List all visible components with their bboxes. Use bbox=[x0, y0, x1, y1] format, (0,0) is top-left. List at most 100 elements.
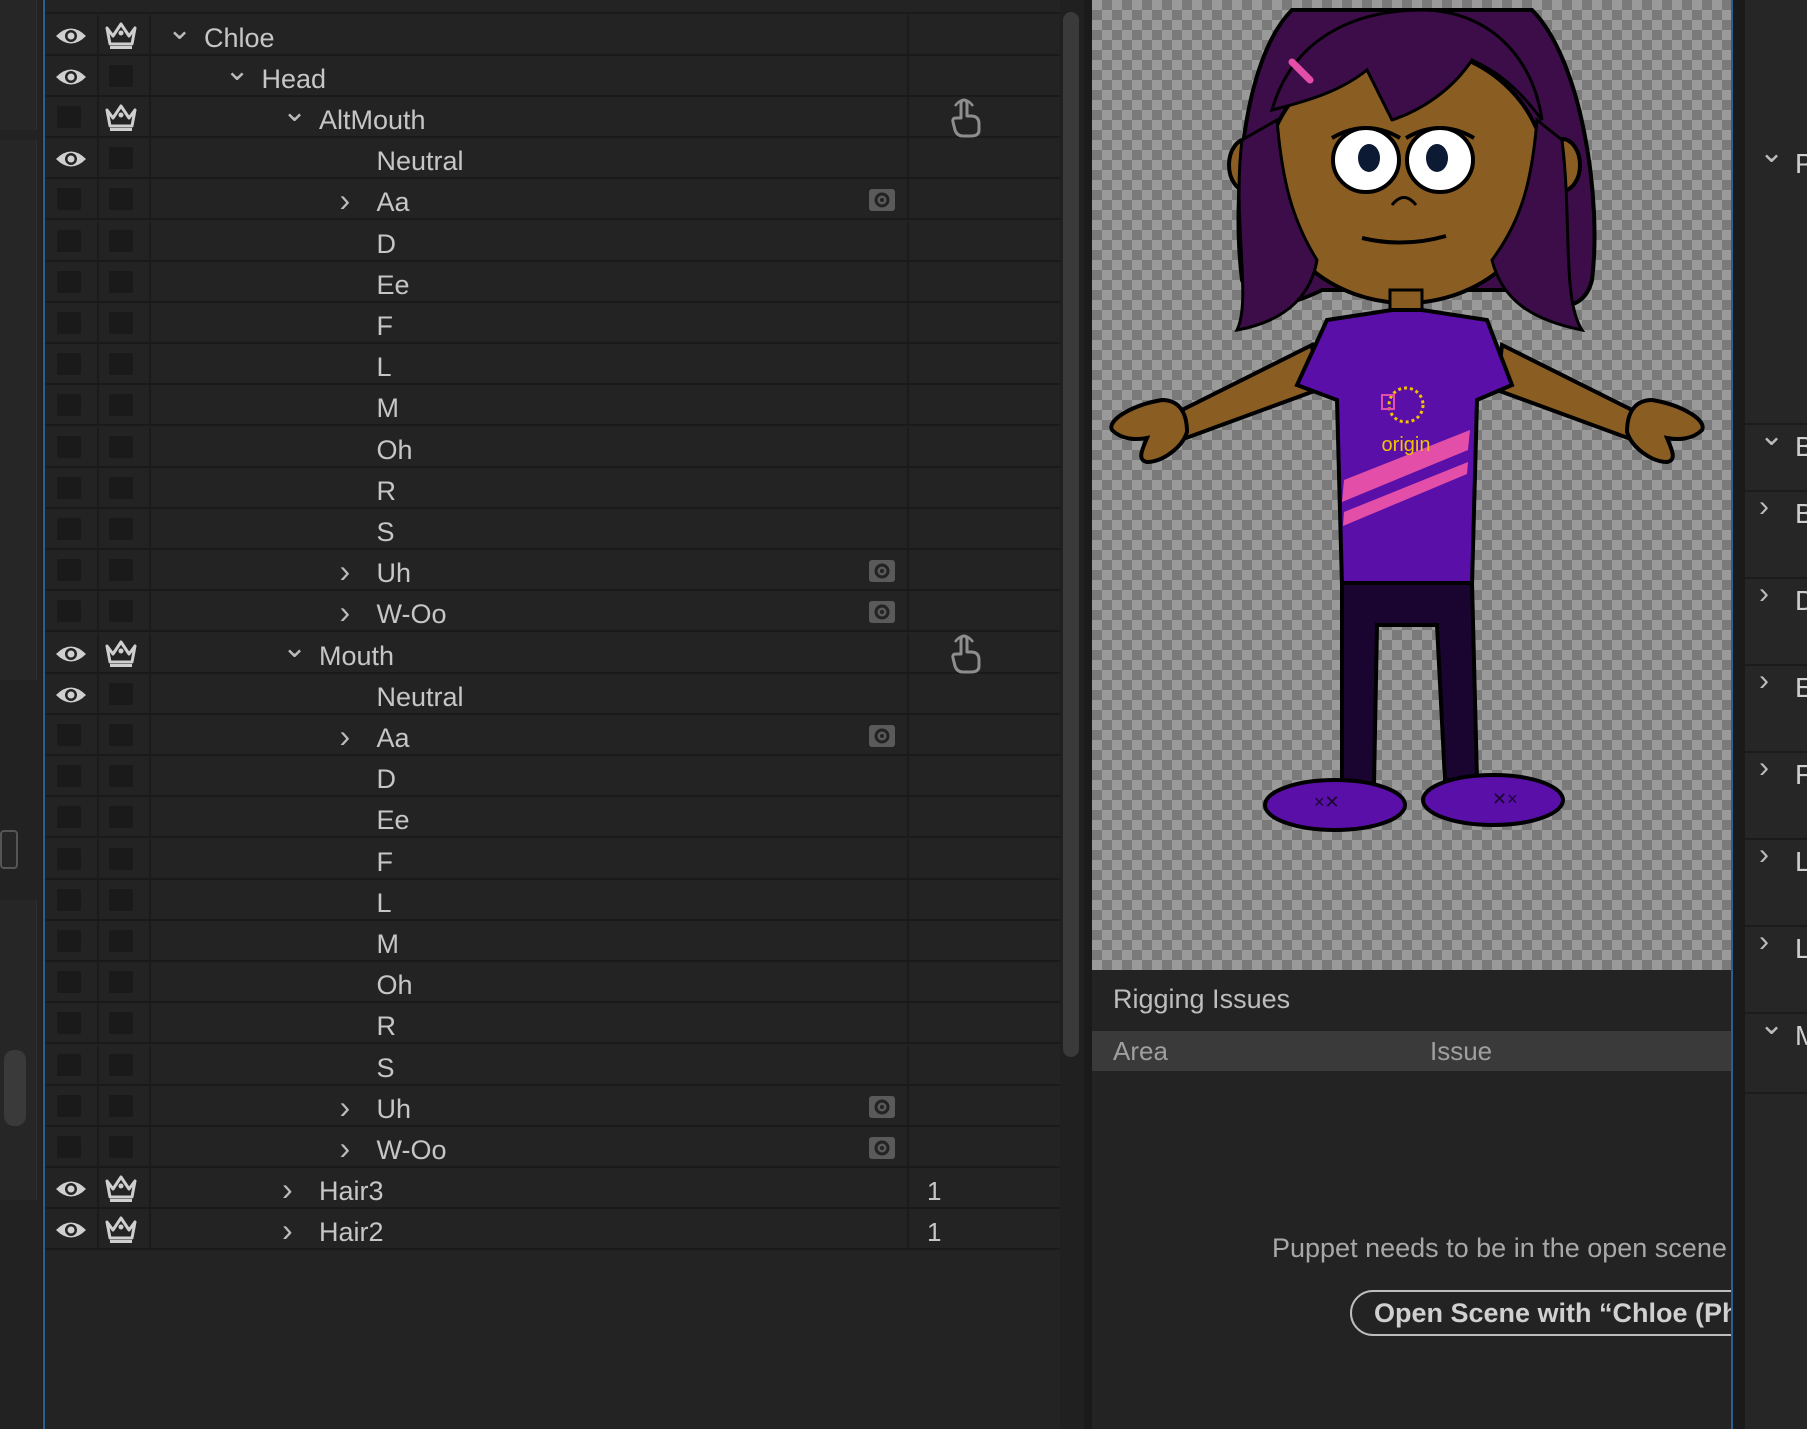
layer-row[interactable]: ⌄ Head bbox=[45, 54, 1060, 97]
chevron-right-icon[interactable]: › bbox=[1759, 571, 1769, 617]
layer-row[interactable]: M bbox=[45, 385, 1060, 427]
independence-toggle[interactable] bbox=[97, 344, 149, 383]
panel-divider[interactable] bbox=[1084, 0, 1092, 1429]
layer-name-cell[interactable]: › Uh bbox=[151, 550, 907, 589]
layer-name-cell[interactable]: ⌄ Head bbox=[151, 54, 907, 95]
chevron-right-icon[interactable]: › bbox=[1759, 658, 1769, 704]
visibility-toggle[interactable] bbox=[45, 1127, 97, 1166]
independence-toggle[interactable] bbox=[97, 1127, 149, 1166]
chevron-right-icon[interactable]: › bbox=[340, 177, 351, 223]
independence-toggle[interactable] bbox=[97, 221, 149, 260]
layer-row[interactable]: Oh bbox=[45, 426, 1060, 468]
visibility-toggle[interactable] bbox=[45, 1045, 97, 1084]
layer-row[interactable]: D bbox=[45, 220, 1060, 262]
layer-name-cell[interactable]: ⌄ AltMouth bbox=[151, 95, 907, 136]
layer-row[interactable]: Neutral bbox=[45, 138, 1060, 180]
layer-row[interactable]: › W-Oo bbox=[45, 1126, 1060, 1169]
visibility-toggle[interactable] bbox=[45, 344, 97, 383]
visibility-toggle[interactable] bbox=[45, 385, 97, 424]
panel-divider[interactable] bbox=[1733, 0, 1745, 1429]
layer-row[interactable]: Ee bbox=[45, 797, 1060, 839]
layer-row[interactable]: Neutral bbox=[45, 673, 1060, 715]
visibility-toggle[interactable] bbox=[45, 797, 97, 836]
layer-name-cell[interactable]: Neutral bbox=[151, 138, 907, 177]
independence-toggle[interactable] bbox=[97, 1045, 149, 1084]
layer-name-cell[interactable]: D bbox=[151, 756, 907, 795]
layer-name-cell[interactable]: › W-Oo bbox=[151, 1127, 907, 1166]
chevron-right-icon[interactable]: › bbox=[1759, 484, 1769, 530]
visibility-toggle[interactable] bbox=[45, 303, 97, 342]
layer-name-cell[interactable]: › Aa bbox=[151, 179, 907, 218]
independence-toggle[interactable] bbox=[97, 715, 149, 754]
column-area[interactable]: Area bbox=[1113, 1031, 1168, 1071]
independence-toggle[interactable] bbox=[97, 880, 149, 919]
layer-name-cell[interactable]: R bbox=[151, 468, 907, 507]
independence-toggle[interactable] bbox=[97, 1086, 149, 1125]
property-section[interactable]: › F bbox=[1745, 751, 1807, 840]
layer-name-cell[interactable]: ⌄ Mouth bbox=[151, 631, 907, 672]
layer-name-cell[interactable]: D bbox=[151, 221, 907, 260]
visibility-toggle[interactable] bbox=[45, 15, 97, 54]
chevron-down-icon[interactable]: ⌄ bbox=[282, 625, 307, 671]
independence-toggle[interactable] bbox=[97, 756, 149, 795]
chevron-right-icon[interactable]: › bbox=[1759, 919, 1769, 965]
independence-toggle[interactable] bbox=[97, 1168, 149, 1207]
layer-name-cell[interactable]: Ee bbox=[151, 262, 907, 301]
layer-name-cell[interactable]: › Hair2 bbox=[151, 1209, 907, 1248]
independence-toggle[interactable] bbox=[97, 385, 149, 424]
independence-toggle[interactable] bbox=[97, 97, 149, 136]
layer-name-cell[interactable]: S bbox=[151, 509, 907, 548]
property-section[interactable]: › L bbox=[1745, 925, 1807, 1014]
layer-row[interactable]: R bbox=[45, 1003, 1060, 1045]
visibility-toggle[interactable] bbox=[45, 715, 97, 754]
independence-toggle[interactable] bbox=[97, 921, 149, 960]
chevron-right-icon[interactable]: › bbox=[282, 1207, 293, 1253]
visibility-toggle[interactable] bbox=[45, 509, 97, 548]
layer-row[interactable]: › Hair3 1 bbox=[45, 1168, 1060, 1210]
tree-scroll-thumb[interactable] bbox=[1063, 12, 1079, 1057]
layer-name-cell[interactable]: M bbox=[151, 921, 907, 960]
independence-toggle[interactable] bbox=[97, 1003, 149, 1042]
visibility-toggle[interactable] bbox=[45, 550, 97, 589]
open-scene-button[interactable]: Open Scene with “Chloe (Ph bbox=[1350, 1290, 1770, 1336]
visibility-toggle[interactable] bbox=[45, 1209, 97, 1248]
independence-toggle[interactable] bbox=[97, 674, 149, 713]
layer-name-cell[interactable]: › Aa bbox=[151, 715, 907, 754]
visibility-toggle[interactable] bbox=[45, 756, 97, 795]
chevron-down-icon[interactable]: ⌄ bbox=[225, 48, 250, 94]
layer-row[interactable]: Ee bbox=[45, 261, 1060, 303]
column-issue[interactable]: Issue bbox=[1430, 1031, 1492, 1071]
layer-row[interactable]: ⌄ Mouth bbox=[45, 631, 1060, 674]
layer-row[interactable]: › Uh bbox=[45, 1085, 1060, 1127]
layer-row[interactable]: L bbox=[45, 879, 1060, 921]
layer-row[interactable]: F bbox=[45, 838, 1060, 880]
layer-row[interactable]: › Uh bbox=[45, 550, 1060, 592]
visibility-toggle[interactable] bbox=[45, 221, 97, 260]
visibility-toggle[interactable] bbox=[45, 56, 97, 95]
layer-name-cell[interactable]: › Hair3 bbox=[151, 1168, 907, 1207]
layer-name-cell[interactable]: L bbox=[151, 880, 907, 919]
layer-row[interactable]: S bbox=[45, 508, 1060, 551]
layer-name-cell[interactable]: R bbox=[151, 1003, 907, 1042]
layer-name-cell[interactable]: › Uh bbox=[151, 1086, 907, 1125]
visibility-toggle[interactable] bbox=[45, 468, 97, 507]
chevron-right-icon[interactable]: › bbox=[282, 1166, 293, 1212]
chevron-right-icon[interactable]: › bbox=[340, 713, 351, 759]
visibility-toggle[interactable] bbox=[45, 427, 97, 466]
layer-row[interactable]: › Aa bbox=[45, 714, 1060, 757]
property-section[interactable]: › B bbox=[1745, 490, 1807, 579]
layer-row[interactable]: L bbox=[45, 344, 1060, 386]
independence-toggle[interactable] bbox=[97, 797, 149, 836]
layer-row[interactable]: R bbox=[45, 467, 1060, 509]
layer-row[interactable]: ⌄ AltMouth bbox=[45, 95, 1060, 139]
visibility-toggle[interactable] bbox=[45, 591, 97, 630]
layer-row[interactable]: › Hair2 1 bbox=[45, 1209, 1060, 1251]
visibility-toggle[interactable] bbox=[45, 962, 97, 1001]
dock-scroll-thumb[interactable] bbox=[4, 1050, 26, 1126]
layer-name-cell[interactable]: ⌄ Chloe bbox=[151, 13, 907, 54]
chevron-down-icon[interactable]: ⌄ bbox=[1759, 1002, 1784, 1048]
chevron-down-icon[interactable]: ⌄ bbox=[1759, 413, 1784, 459]
visibility-toggle[interactable] bbox=[45, 674, 97, 713]
layer-name-cell[interactable]: M bbox=[151, 385, 907, 424]
dock-handle[interactable] bbox=[0, 830, 18, 869]
